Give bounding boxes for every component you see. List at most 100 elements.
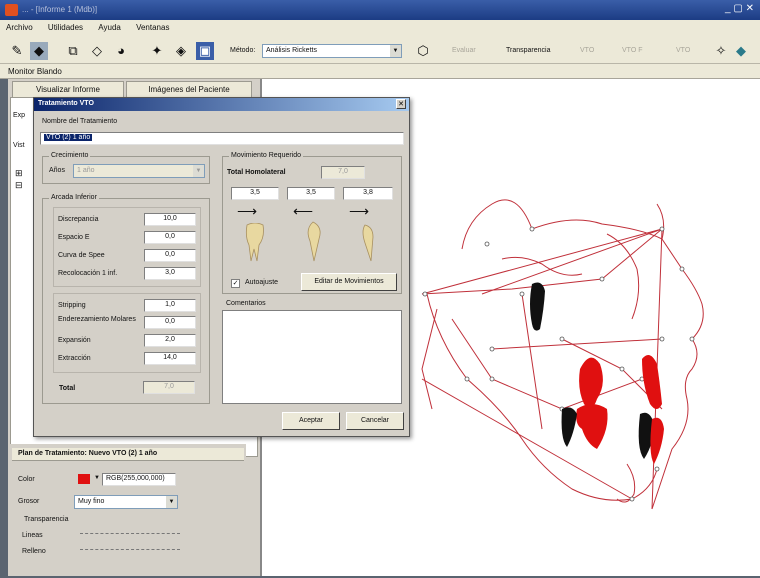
curva-spee-input[interactable]: 0,0 — [144, 249, 196, 262]
vto-dialog: Tratamiento VTO ✕ Nombre del Tratamiento… — [33, 97, 410, 437]
tab-imagenes-paciente[interactable]: Imágenes del Paciente — [126, 81, 252, 97]
arcada-subgroup-1: Discrepancia 10,0 Espacio E 0,0 Curva de… — [53, 207, 201, 287]
extraccion-input[interactable]: 14,0 — [144, 352, 196, 365]
premolar-lower-icon — [576, 404, 608, 449]
expansion-input[interactable]: 2,0 — [144, 334, 196, 347]
tooth-tool-icon[interactable]: ✦ — [148, 42, 166, 60]
premolar-dark-icon — [561, 407, 577, 447]
autoajuste-checkbox[interactable]: ✓ — [231, 279, 240, 288]
color-label: Color — [18, 476, 35, 483]
arrow-left-icon: ⟵ — [293, 203, 314, 219]
cursor-tool-icon[interactable]: ⬡ — [414, 42, 432, 60]
incisor-upper-icon — [642, 355, 662, 409]
app-icon — [5, 4, 18, 16]
incisor-icon — [362, 224, 374, 262]
pencil-icon[interactable]: ✎ — [8, 42, 26, 60]
crecimiento-group: Crecimiento Años 1 año ▼ — [42, 152, 210, 184]
lineas-slider[interactable] — [80, 533, 180, 539]
layers-icon[interactable]: ◆ — [30, 42, 48, 60]
metodo-label: Método: — [230, 47, 256, 54]
vto-button[interactable]: VTO — [580, 47, 594, 54]
total-homolateral-value: 7,0 — [321, 166, 365, 179]
stripping-input[interactable]: 1,0 — [144, 299, 196, 312]
grosor-value: Muy fino — [78, 498, 105, 505]
anos-label: Años — [49, 167, 65, 174]
discrepancia-label: Discrepancia — [58, 216, 99, 223]
color-field[interactable]: RGB(255,000,000) — [102, 473, 176, 486]
vist-label: Vist — [13, 142, 25, 149]
lineas-label: Lineas — [22, 532, 43, 539]
enderezamiento-input[interactable]: 0,0 — [144, 316, 196, 329]
close-icon[interactable]: ✕ — [396, 99, 406, 109]
eraser-icon[interactable]: ◈ — [172, 42, 190, 60]
stripping-label: Stripping — [58, 302, 86, 309]
metodo-value: Análisis Ricketts — [266, 47, 317, 54]
nombre-value: VTO (2) 1 año — [44, 134, 93, 141]
metodo-select[interactable]: Análisis Ricketts ▼ — [262, 44, 402, 58]
dialog-title: Tratamiento VTO — [34, 98, 409, 111]
anos-value: 1 año — [77, 167, 95, 174]
plan-panel: Plan de Tratamiento: Nuevo VTO (2) 1 año… — [8, 444, 246, 576]
tree-expand-icon[interactable]: ⊞ — [15, 168, 23, 179]
toolbar: ✎ ◆ ⧉ ◇ ◕ ✦ ◈ ▣ Método: Análisis Rickett… — [0, 38, 760, 64]
comentarios-label: Comentarios — [226, 300, 266, 307]
espacio-e-label: Espacio E — [58, 234, 90, 241]
menu-utilidades[interactable]: Utilidades — [48, 23, 83, 32]
color-dropdown-icon[interactable]: ▼ — [94, 475, 100, 481]
transparencia-dropdown[interactable]: Transparencia — [506, 47, 551, 54]
color-swatch[interactable] — [78, 474, 90, 484]
evaluar-button[interactable]: Evaluar — [452, 47, 476, 54]
editar-movimientos-button[interactable]: Editar de Movimientos — [301, 273, 397, 291]
arcada-subgroup-2: Stripping 1,0 Enderezamiento Molares 0,0… — [53, 293, 201, 373]
window-icon[interactable]: ▣ — [196, 42, 214, 60]
grosor-select[interactable]: Muy fino ▼ — [74, 495, 178, 509]
enderezamiento-label: Enderezamiento Molares — [58, 316, 136, 323]
menu-ayuda[interactable]: Ayuda — [98, 23, 121, 32]
premolar-icon — [307, 221, 321, 262]
tree-collapse-icon[interactable]: ⊟ — [15, 180, 23, 191]
movimiento-3-input[interactable]: 3,8 — [343, 187, 393, 200]
recolocacion-input[interactable]: 3,0 — [144, 267, 196, 280]
autoajuste-label: Autoajuste — [245, 279, 279, 286]
chevron-down-icon: ▼ — [390, 45, 401, 57]
relleno-slider[interactable] — [80, 549, 180, 555]
chevron-down-icon: ▼ — [166, 496, 177, 508]
menu-bar: Archivo Utilidades Ayuda Ventanas — [0, 20, 760, 38]
nombre-label: Nombre del Tratamiento — [42, 118, 118, 125]
diamond-icon[interactable]: ◆ — [732, 42, 750, 60]
total-homolateral-label: Total Homolateral — [227, 169, 286, 176]
cancelar-button[interactable]: Cancelar — [346, 412, 404, 430]
discrepancia-input[interactable]: 10,0 — [144, 213, 196, 226]
title-bar: ... - [Informe 1 (Mdb)] _ ▢ ✕ — [0, 0, 760, 20]
tab-visualizar-informe[interactable]: Visualizar Informe — [12, 81, 124, 97]
comentarios-textarea[interactable] — [222, 310, 402, 404]
monitor-bar: Monitor Blando — [0, 64, 760, 79]
extraccion-label: Extracción — [58, 355, 91, 362]
arrow-right-icon: ⟶ — [237, 203, 258, 219]
menu-archivo[interactable]: Archivo — [6, 23, 33, 32]
movimiento-group: Movimiento Requerido Total Homolateral 7… — [222, 152, 402, 294]
transparencia-label: Transparencia — [24, 516, 69, 523]
movimiento-1-input[interactable]: 3,5 — [231, 187, 279, 200]
expansion-label: Expansión — [58, 337, 91, 344]
incisor-lower-icon — [650, 417, 664, 464]
anos-select[interactable]: 1 año ▼ — [73, 164, 205, 178]
total-value: 7,0 — [143, 381, 195, 394]
espacio-e-input[interactable]: 0,0 — [144, 231, 196, 244]
star-icon[interactable]: ✧ — [712, 42, 730, 60]
exp-label: Exp — [13, 112, 26, 119]
movimiento-2-input[interactable]: 3,5 — [287, 187, 335, 200]
vto-alt-button[interactable]: VTO — [676, 47, 690, 54]
window-controls[interactable]: _ ▢ ✕ — [725, 3, 754, 14]
curva-spee-label: Curva de Spee — [58, 252, 105, 259]
molar-upper-dark-icon — [530, 282, 545, 331]
vto-f-button[interactable]: VTO F — [622, 47, 642, 54]
arcada-title: Arcada Inferior — [49, 194, 99, 201]
menu-ventanas[interactable]: Ventanas — [136, 23, 169, 32]
nombre-input[interactable]: VTO (2) 1 año — [40, 132, 404, 145]
copy-icon[interactable]: ⧉ — [64, 42, 82, 60]
tag-icon[interactable]: ◇ — [88, 42, 106, 60]
aceptar-button[interactable]: Aceptar — [282, 412, 340, 430]
palette-icon[interactable]: ◕ — [112, 42, 130, 60]
arcada-group: Arcada Inferior Discrepancia 10,0 Espaci… — [42, 194, 210, 404]
